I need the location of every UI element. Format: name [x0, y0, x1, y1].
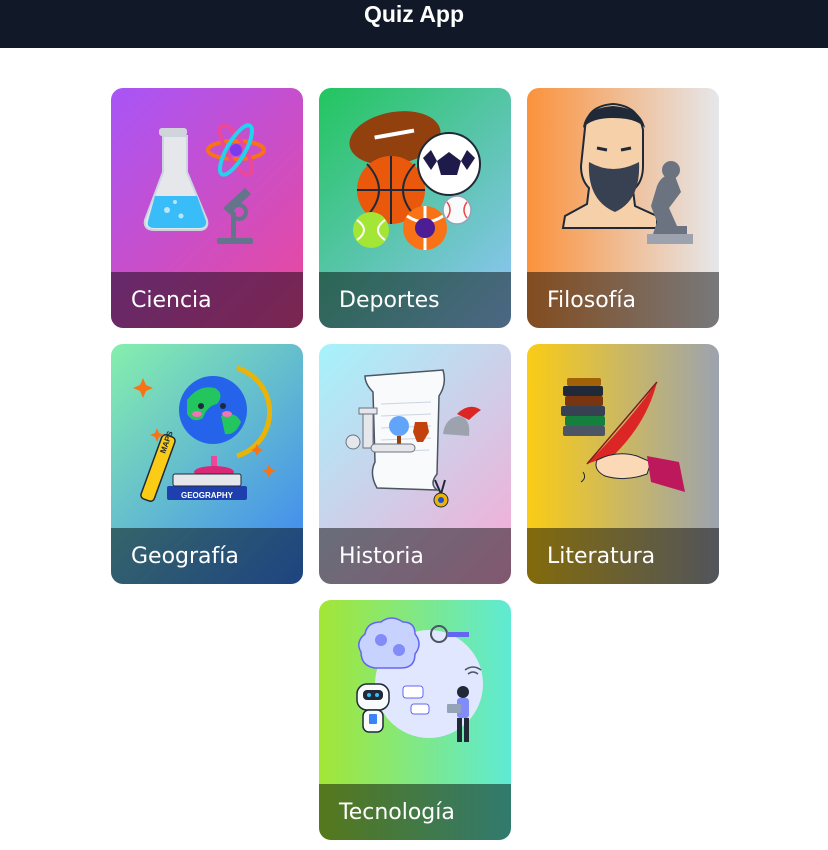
- philosopher-icon: [561, 102, 693, 244]
- category-card-tecnologia[interactable]: Tecnología: [319, 600, 511, 840]
- category-label: Historia: [339, 543, 424, 569]
- geography-book-text: GEOGRAPHY: [181, 491, 234, 500]
- category-label: Tecnología: [339, 799, 455, 825]
- history-scroll-icon: [345, 369, 481, 508]
- category-card-deportes[interactable]: Deportes: [319, 88, 511, 328]
- category-label: Literatura: [547, 543, 656, 569]
- science-icon: [143, 123, 266, 244]
- category-label: Ciencia: [131, 287, 212, 313]
- category-card-literatura[interactable]: Literatura: [527, 344, 719, 584]
- category-card-historia[interactable]: Historia: [319, 344, 511, 584]
- globe-icon: GEOGRAPHY MAPS: [133, 365, 276, 502]
- category-label: Deportes: [339, 287, 440, 313]
- category-card-ciencia[interactable]: Ciencia: [111, 88, 303, 328]
- sports-balls-icon: [349, 111, 481, 250]
- robot-tech-icon: [356, 617, 483, 742]
- category-label: Geografía: [131, 543, 239, 569]
- category-grid: Ciencia Deportes Filosofía GEOGRAPHY MAP…: [0, 0, 828, 850]
- category-label: Filosofía: [547, 287, 636, 313]
- category-card-filosofia[interactable]: Filosofía: [527, 88, 719, 328]
- quill-books-icon: [561, 378, 685, 492]
- category-card-geografia[interactable]: GEOGRAPHY MAPS Geografía: [111, 344, 303, 584]
